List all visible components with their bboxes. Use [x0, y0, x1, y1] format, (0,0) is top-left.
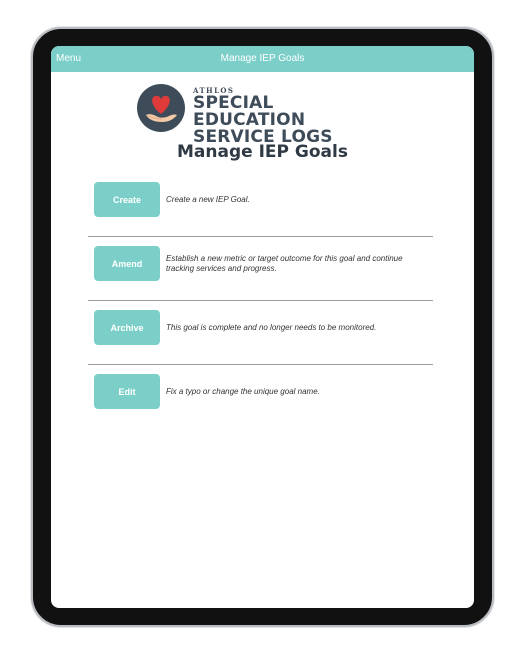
app-logo: ATHLOS SPECIAL EDUCATION SERVICE LOGS [137, 84, 387, 146]
page-title: Manage IEP Goals [177, 142, 348, 162]
heart-hand-icon [137, 84, 185, 132]
edit-button[interactable]: Edit [94, 374, 160, 409]
amend-description: Establish a new metric or target outcome… [166, 254, 403, 273]
archive-description: This goal is complete and no longer need… [166, 323, 377, 332]
create-description: Create a new IEP Goal. [166, 195, 250, 204]
create-button[interactable]: Create [94, 182, 160, 217]
amend-button[interactable]: Amend [94, 246, 160, 281]
action-row-edit: Edit Fix a typo or change the unique goa… [88, 364, 433, 428]
action-row-archive: Archive This goal is complete and no lon… [88, 300, 433, 365]
app-screen: Menu Manage IEP Goals ATHLOS SPECIAL EDU… [51, 46, 474, 608]
logo-title-line-1: SPECIAL EDUCATION [193, 93, 306, 130]
action-row-amend: Amend Establish a new metric or target o… [88, 236, 433, 301]
logo-wordmark: ATHLOS SPECIAL EDUCATION SERVICE LOGS [193, 86, 387, 146]
archive-button[interactable]: Archive [94, 310, 160, 345]
navigation-bar: Menu Manage IEP Goals [51, 46, 474, 72]
action-row-create: Create Create a new IEP Goal. [88, 172, 433, 237]
navigation-title: Manage IEP Goals [220, 53, 305, 64]
edit-description: Fix a typo or change the unique goal nam… [166, 387, 320, 396]
